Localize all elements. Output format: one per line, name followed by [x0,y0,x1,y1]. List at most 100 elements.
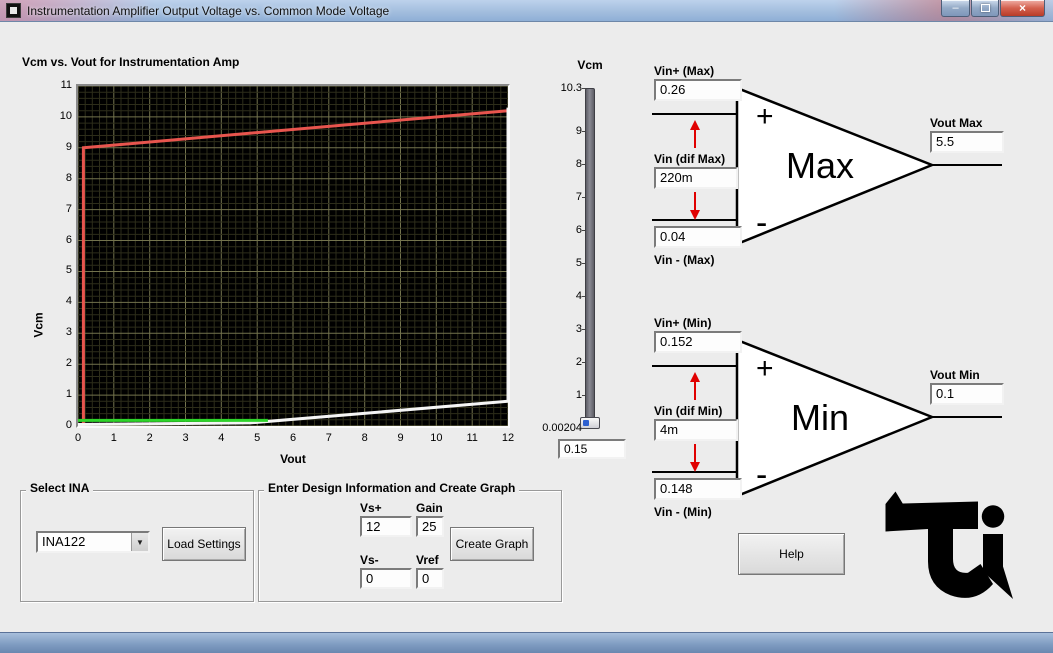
window-titlebar: Instrumentation Amplifier Output Voltage… [0,0,1053,22]
vref-label: Vref [416,553,439,567]
y-tick-label: 0 [65,419,72,431]
maximize-icon [980,4,990,12]
vout-max-field: 5.5 [930,131,1004,153]
amp-max-name: Max [786,145,854,186]
y-tick-label: 8 [65,171,72,184]
x-tick-label: 0 [74,432,82,444]
x-tick-label: 7 [325,432,332,444]
minimize-button[interactable]: – [941,0,970,17]
slider-tick-label: 4 [575,290,582,302]
minimize-icon: – [952,1,959,14]
vs-minus-field[interactable]: 0 [360,568,412,589]
vref-field[interactable]: 0 [416,568,444,589]
vin-minus-min-field[interactable]: 0.148 [654,478,742,500]
vin-dif-max-field[interactable]: 220m [654,167,738,189]
x-tick-label: 8 [361,432,368,444]
y-tick-label: 7 [65,202,72,215]
app-icon [6,3,21,18]
slider-thumb[interactable] [580,417,600,430]
vin-plus-max-field[interactable]: 0.26 [654,79,742,101]
window-bottom-border [0,632,1053,653]
y-tick-label: 10 [59,109,72,122]
chevron-down-icon: ▼ [136,537,144,547]
vcm-slider: Vcm 10.3 9 8 7 6 5 4 3 2 1 0.00204 0.15 [540,58,640,470]
gain-field[interactable]: 25 [416,516,444,537]
slider-tick-label: 1 [575,389,582,402]
y-tick-label: 11 [60,79,72,91]
x-tick-label: 5 [254,432,261,444]
arrow-down-icon [690,444,700,472]
arrow-down-icon [690,192,700,220]
help-button[interactable]: Help [738,533,845,575]
x-tick-label: 9 [397,432,404,444]
minus-input-sign: - [756,456,767,494]
vin-minus-min-label: Vin - (Min) [654,505,712,519]
plot-canvas [78,86,508,426]
x-tick-label: 1 [110,432,117,444]
vout-max-label: Vout Max [930,116,983,130]
slider-track[interactable] [585,88,595,429]
graph-title: Vcm vs. Vout for Instrumentation Amp [22,55,240,69]
slider-tick-label: 8 [575,157,582,170]
slider-tick-label: 6 [575,223,582,236]
load-settings-button[interactable]: Load Settings [162,527,246,561]
y-tick-label: 3 [65,326,72,339]
x-tick-label: 6 [289,432,297,444]
y-axis-ticks: 0 1 2 3 4 5 6 7 8 9 10 11 [36,70,72,472]
ti-logo [878,478,1018,620]
app-window: Instrumentation Amplifier Output Voltage… [0,0,1053,653]
plus-input-sign: + [756,100,774,133]
x-tick-label: 11 [466,432,478,444]
window-title: Instrumentation Amplifier Output Voltage… [27,3,390,18]
slider-tick-label: 7 [575,190,582,203]
vout-min-label: Vout Min [930,368,980,382]
y-tick-label: 1 [65,388,72,401]
vin-minus-max-label: Vin - (Max) [654,253,715,267]
gain-label: Gain [416,501,443,515]
vcm-value-field[interactable]: 0.15 [558,439,626,459]
x-tick-label: 2 [146,432,153,444]
y-tick-label: 4 [65,295,72,308]
close-button[interactable]: × [1000,0,1045,17]
ina-dropdown[interactable]: INA122 ▼ [36,531,150,553]
close-icon: × [1018,1,1026,15]
dropdown-arrow-icon[interactable]: ▼ [131,533,148,551]
slider-tick-label: 9 [575,124,582,137]
x-axis-label: Vout [280,452,306,466]
vin-plus-min-field[interactable]: 0.152 [654,331,742,353]
y-tick-label: 5 [65,264,72,277]
vin-plus-min-label: Vin+ (Min) [654,316,712,330]
amp-min-name: Min [791,397,849,438]
slider-tick-label: 10.3 [560,82,582,94]
y-tick-label: 6 [65,233,72,246]
y-axis-label: Vcm [31,312,46,338]
y-tick-label: 9 [65,140,72,153]
slider-label: Vcm [577,58,603,72]
vs-minus-label: Vs- [360,553,379,567]
x-tick-label: 4 [218,432,225,444]
x-tick-label: 3 [182,432,189,444]
slider-tick-label: 3 [575,323,582,336]
vcm-vout-graph: Vcm 0 1 2 3 4 5 6 7 8 9 10 11 0 1 2 3 4 5 6 7 8 9 10 11 12 Vout [18,70,540,472]
design-group-label: Enter Design Information and Create Grap… [264,481,520,495]
vin-plus-max-label: Vin+ (Max) [654,64,715,78]
vin-dif-min-field[interactable]: 4m [654,419,738,441]
opamp-max: + - Max Vin+ (Max) 0.26 Vin (dif Max) 22… [652,62,1004,274]
arrow-up-icon [690,372,700,400]
maximize-button[interactable] [971,0,999,17]
slider-tick-label: 0.00204 [542,422,582,434]
vin-dif-min-label: Vin (dif Min) [654,404,723,418]
ina-dropdown-value: INA122 [42,534,86,549]
vs-plus-field[interactable]: 12 [360,516,412,537]
texas-instruments-logo-graphic [885,491,1013,599]
x-tick-label: 10 [430,432,443,444]
vin-minus-max-field[interactable]: 0.04 [654,226,742,248]
window-controls: – × [940,0,1045,17]
x-tick-label: 12 [501,432,515,444]
slider-tick-label: 2 [575,356,582,369]
create-graph-button[interactable]: Create Graph [450,527,534,561]
plus-input-sign: + [756,352,774,385]
vout-min-field: 0.1 [930,383,1004,405]
slider-tick-label: 5 [575,256,582,269]
plot-area [76,84,510,428]
